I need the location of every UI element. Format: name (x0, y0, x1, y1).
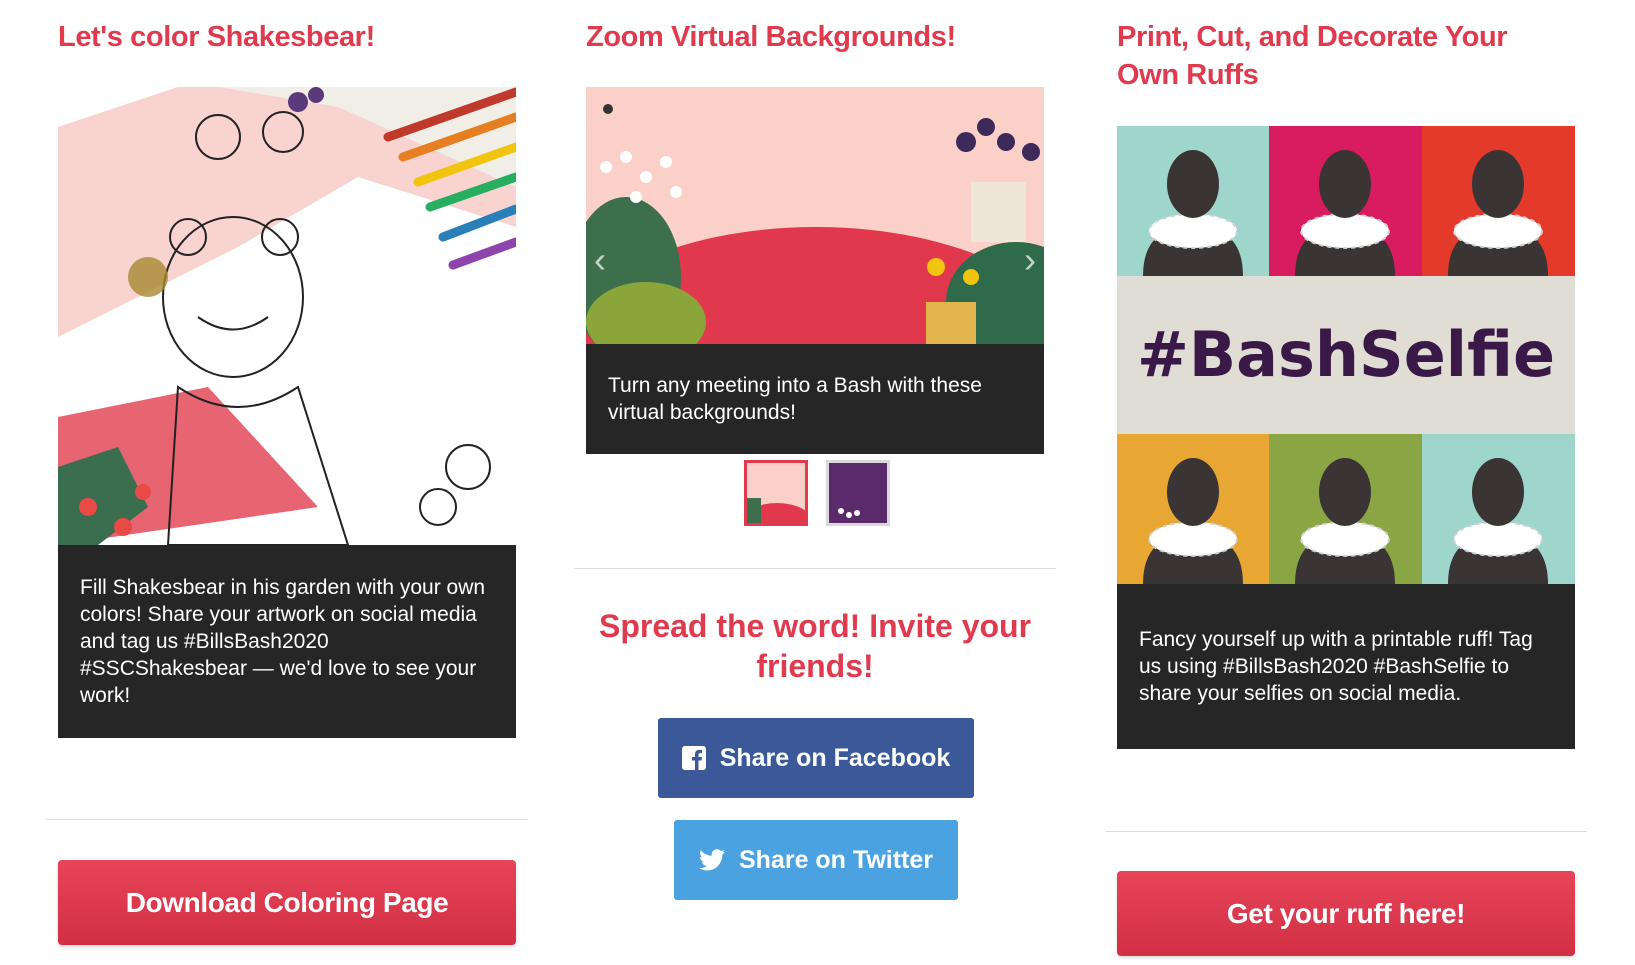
share-twitter-label: Share on Twitter (738, 845, 933, 874)
divider (1105, 831, 1587, 832)
ruff-caption-text: Fancy yourself up with a printable ruff!… (1139, 628, 1533, 705)
zoom-caption: Turn any meeting into a Bash with these … (586, 344, 1044, 454)
zoom-carousel: Turn any meeting into a Bash with these … (586, 87, 1044, 454)
twitter-icon (698, 849, 725, 871)
facebook-icon (681, 746, 706, 770)
coloring-page-image[interactable] (58, 87, 516, 545)
zoom-caption-text: Turn any meeting into a Bash with these … (608, 374, 982, 424)
coloring-caption: Fill Shakesbear in his garden with your … (58, 545, 516, 738)
thumbnail-1[interactable] (744, 460, 808, 526)
share-twitter-button[interactable]: Share on Twitter (674, 820, 958, 900)
ruff-caption: Fancy yourself up with a printable ruff!… (1117, 584, 1575, 749)
chevron-right-icon[interactable]: › (1024, 242, 1036, 278)
coloring-caption-text: Fill Shakesbear in his garden with your … (80, 576, 486, 707)
coloring-title: Let's color Shakesbear! (58, 21, 375, 53)
ruff-title: Print, Cut, and Decorate Your Own Ruffs (1117, 21, 1508, 91)
zoom-title: Zoom Virtual Backgrounds! (586, 21, 956, 53)
share-title: Spread the word! Invite your friends! (598, 608, 1032, 684)
zoom-background-image[interactable] (586, 87, 1044, 344)
bashselfie-image[interactable]: #BashSelfie (1117, 126, 1575, 584)
ruff-card: #BashSelfie Fancy yourself up with a pri… (1117, 126, 1575, 749)
get-ruff-button[interactable]: Get your ruff here! (1117, 871, 1575, 956)
divider (46, 819, 528, 820)
carousel-prev-label: ‹ (594, 239, 606, 280)
carousel-next-label: › (1024, 239, 1036, 280)
coloring-card: Fill Shakesbear in his garden with your … (58, 87, 516, 738)
share-facebook-label: Share on Facebook (719, 743, 951, 772)
bashselfie-hashtag: #BashSelfie (1137, 318, 1555, 391)
share-facebook-button[interactable]: Share on Facebook (658, 718, 974, 798)
download-coloring-page-button[interactable]: Download Coloring Page (58, 860, 516, 945)
thumbnail-2[interactable] (826, 460, 890, 526)
chevron-left-icon[interactable]: ‹ (594, 242, 606, 278)
divider (574, 568, 1056, 569)
